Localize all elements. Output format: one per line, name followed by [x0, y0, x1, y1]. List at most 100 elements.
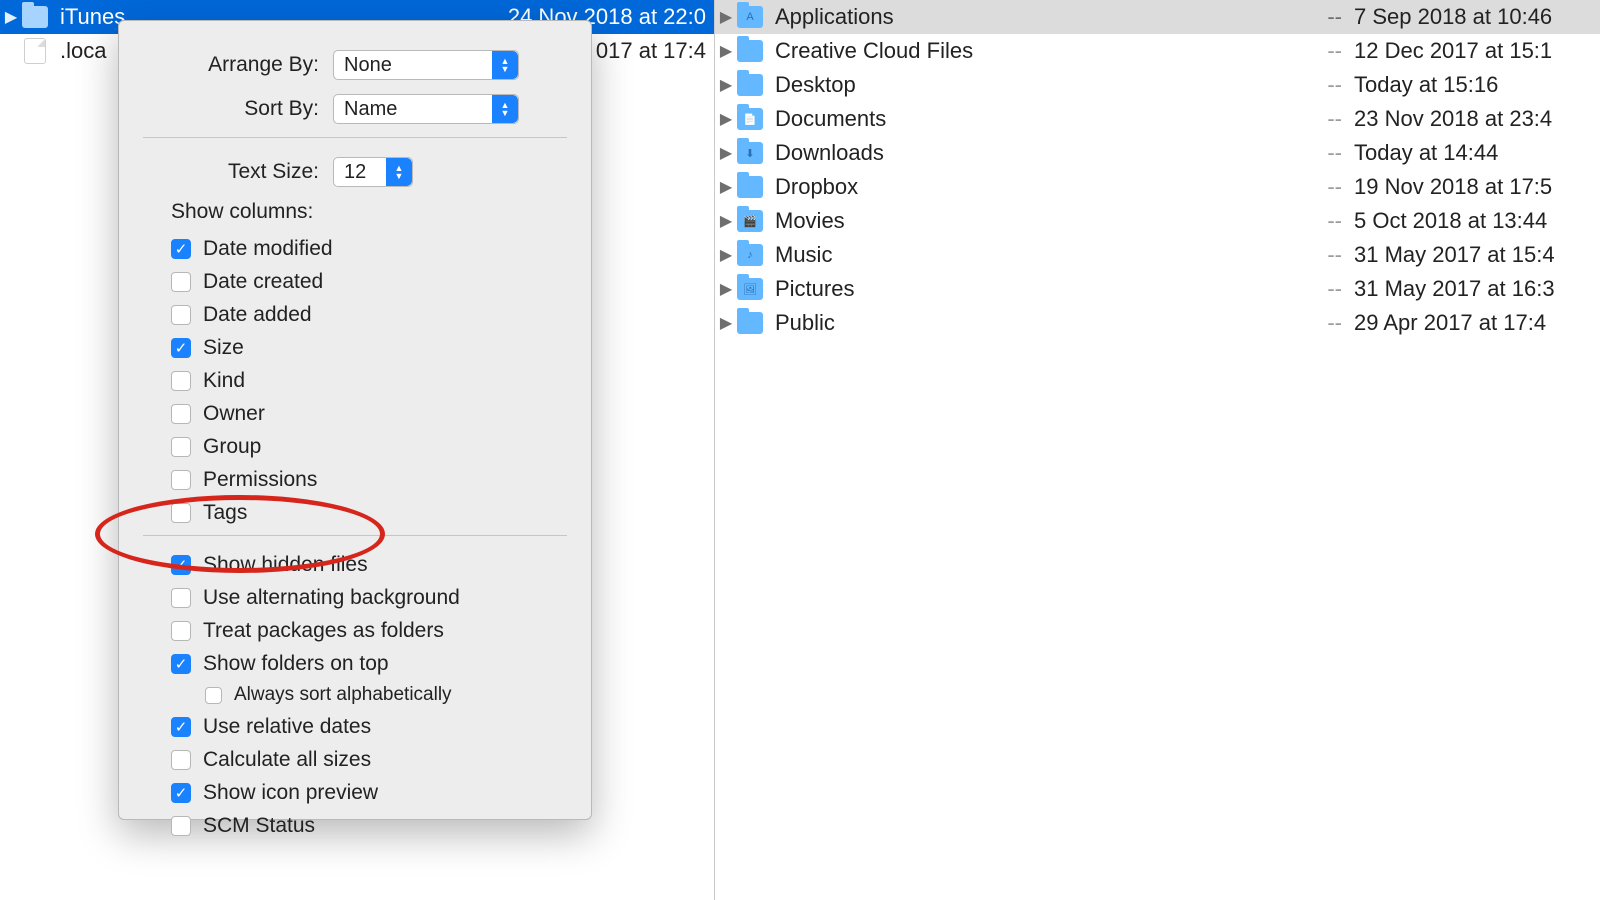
checkbox[interactable] — [171, 503, 191, 523]
arrange-by-select[interactable]: None ▲▼ — [333, 50, 519, 80]
checkbox[interactable] — [171, 404, 191, 424]
option-label: Show hidden files — [203, 553, 368, 577]
file-date: 19 Nov 2018 at 17:5 — [1342, 174, 1592, 200]
file-name: Public — [775, 310, 1282, 336]
file-name: Music — [775, 242, 1282, 268]
file-date: 5 Oct 2018 at 13:44 — [1342, 208, 1592, 234]
view-options-panel: Arrange By: None ▲▼ Sort By: Name ▲▼ Tex… — [118, 20, 592, 820]
checkbox[interactable] — [171, 555, 191, 575]
disclosure-triangle-icon[interactable]: ▶ — [715, 109, 737, 129]
option-label: Tags — [203, 501, 247, 525]
file-date: 12 Dec 2017 at 15:1 — [1342, 38, 1592, 64]
checkbox[interactable] — [171, 239, 191, 259]
file-row[interactable]: ▶Desktop--Today at 15:16 — [715, 68, 1600, 102]
file-date: 017 at 17:4 — [596, 38, 706, 64]
folder-icon — [737, 74, 763, 96]
disclosure-triangle-icon[interactable]: ▶ — [715, 41, 737, 61]
checkbox[interactable] — [171, 272, 191, 292]
option-label: Size — [203, 336, 244, 360]
checkbox[interactable] — [171, 816, 191, 836]
view-option[interactable]: Show icon preview — [171, 776, 567, 809]
checkbox[interactable] — [171, 338, 191, 358]
checkbox[interactable] — [171, 717, 191, 737]
folder-icon: 📄 — [737, 108, 763, 130]
option-label: Owner — [203, 402, 265, 426]
column-option[interactable]: Date modified — [171, 232, 567, 265]
checkbox[interactable] — [171, 371, 191, 391]
file-date: Today at 14:44 — [1342, 140, 1592, 166]
view-option[interactable]: SCM Status — [171, 809, 567, 842]
column-option[interactable]: Group — [171, 430, 567, 463]
option-label: Date modified — [203, 237, 333, 261]
disclosure-triangle-icon[interactable]: ▶ — [715, 177, 737, 197]
column-option[interactable]: Date created — [171, 265, 567, 298]
view-option[interactable]: Treat packages as folders — [171, 614, 567, 647]
file-name: Creative Cloud Files — [775, 38, 1282, 64]
checkbox[interactable] — [171, 654, 191, 674]
option-label: Calculate all sizes — [203, 748, 371, 772]
file-size: -- — [1282, 72, 1342, 98]
view-option[interactable]: Calculate all sizes — [171, 743, 567, 776]
view-option[interactable]: Show hidden files — [171, 548, 567, 581]
column-option[interactable]: Kind — [171, 364, 567, 397]
folder-icon — [737, 176, 763, 198]
checkbox[interactable] — [171, 470, 191, 490]
view-option[interactable]: Show folders on top — [171, 647, 567, 680]
disclosure-triangle-icon[interactable]: ▶ — [715, 313, 737, 333]
file-row[interactable]: ▶🎬Movies--5 Oct 2018 at 13:44 — [715, 204, 1600, 238]
disclosure-triangle-icon[interactable]: ▶ — [715, 279, 737, 299]
option-label: Group — [203, 435, 261, 459]
file-size: -- — [1282, 174, 1342, 200]
folder-icon — [737, 40, 763, 62]
column-option[interactable]: Size — [171, 331, 567, 364]
show-columns-heading: Show columns: — [143, 194, 567, 232]
file-row[interactable]: ▶ Dropbox--19 Nov 2018 at 17:5 — [715, 170, 1600, 204]
file-row[interactable]: ▶AApplications--7 Sep 2018 at 10:46 — [715, 0, 1600, 34]
option-label: Use relative dates — [203, 715, 371, 739]
file-row[interactable]: ▶♪Music--31 May 2017 at 15:4 — [715, 238, 1600, 272]
file-name: Dropbox — [775, 174, 1282, 200]
file-row[interactable]: ▶🖼Pictures--31 May 2017 at 16:3 — [715, 272, 1600, 306]
checkbox[interactable] — [205, 687, 222, 704]
view-option[interactable]: Use relative dates — [171, 710, 567, 743]
disclosure-triangle-icon[interactable]: ▶ — [715, 211, 737, 231]
text-size-select[interactable]: 12 ▲▼ — [333, 157, 413, 187]
file-date: 29 Apr 2017 at 17:4 — [1342, 310, 1592, 336]
text-size-label: Text Size: — [143, 160, 333, 184]
disclosure-triangle-icon[interactable]: ▶ — [715, 245, 737, 265]
checkbox[interactable] — [171, 621, 191, 641]
view-option[interactable]: Use alternating background — [171, 581, 567, 614]
arrange-by-label: Arrange By: — [143, 53, 333, 77]
file-row[interactable]: ▶⬇Downloads--Today at 14:44 — [715, 136, 1600, 170]
checkbox[interactable] — [171, 783, 191, 803]
checkbox[interactable] — [171, 437, 191, 457]
disclosure-triangle-icon[interactable]: ▶ — [715, 7, 737, 27]
file-size: -- — [1282, 276, 1342, 302]
chevron-up-down-icon: ▲▼ — [386, 158, 412, 186]
folder-icon — [737, 312, 763, 334]
column-option[interactable]: Owner — [171, 397, 567, 430]
checkbox[interactable] — [171, 305, 191, 325]
checkbox[interactable] — [171, 750, 191, 770]
left-file-pane: ▶ iTunes 24 Nov 2018 at 22:0 .loca 017 a… — [0, 0, 715, 900]
view-option[interactable]: Always sort alphabetically — [171, 680, 567, 710]
sort-by-select[interactable]: Name ▲▼ — [333, 94, 519, 124]
column-option[interactable]: Tags — [171, 496, 567, 529]
checkbox[interactable] — [171, 588, 191, 608]
option-label: Kind — [203, 369, 245, 393]
option-label: Permissions — [203, 468, 317, 492]
column-option[interactable]: Permissions — [171, 463, 567, 496]
file-row[interactable]: ▶Creative Cloud Files--12 Dec 2017 at 15… — [715, 34, 1600, 68]
disclosure-triangle-icon[interactable]: ▶ — [0, 7, 22, 27]
file-row[interactable]: ▶Public--29 Apr 2017 at 17:4 — [715, 306, 1600, 340]
option-label: Date created — [203, 270, 323, 294]
folder-icon — [22, 6, 48, 28]
file-date: 31 May 2017 at 15:4 — [1342, 242, 1592, 268]
column-option[interactable]: Date added — [171, 298, 567, 331]
file-row[interactable]: ▶📄Documents--23 Nov 2018 at 23:4 — [715, 102, 1600, 136]
right-file-pane: ▶AApplications--7 Sep 2018 at 10:46▶Crea… — [715, 0, 1600, 900]
option-label: Date added — [203, 303, 312, 327]
disclosure-triangle-icon[interactable]: ▶ — [715, 143, 737, 163]
disclosure-triangle-icon[interactable]: ▶ — [715, 75, 737, 95]
file-date: 31 May 2017 at 16:3 — [1342, 276, 1592, 302]
